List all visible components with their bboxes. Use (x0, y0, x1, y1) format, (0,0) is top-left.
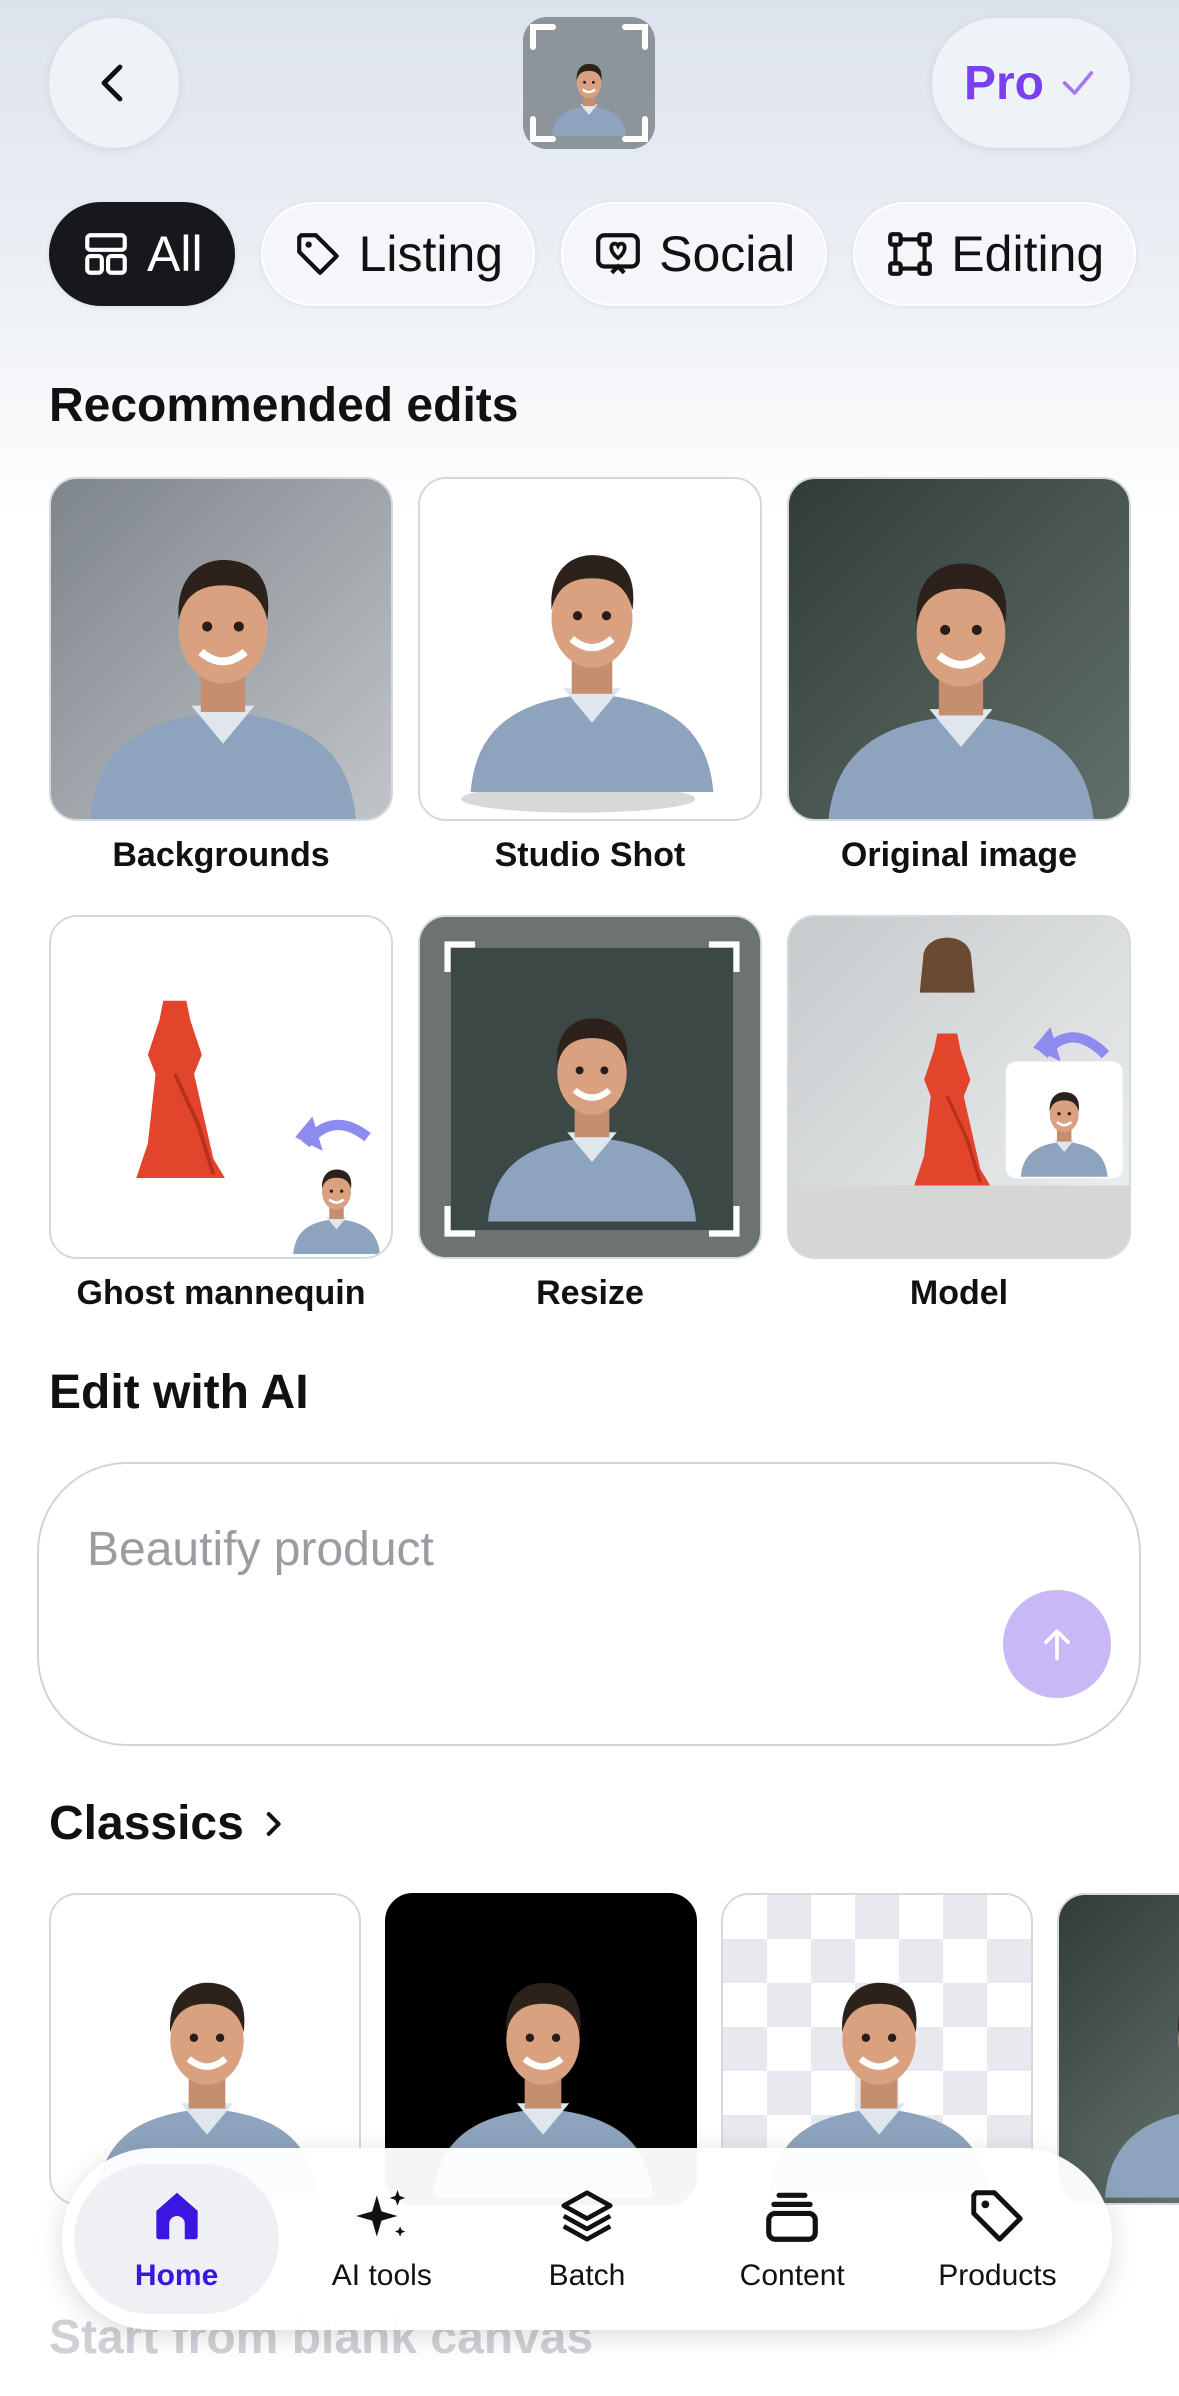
crop-icon (888, 232, 933, 276)
card-label-backgrounds: Backgrounds (112, 836, 330, 874)
section-title-recommended: Recommended edits (49, 379, 519, 432)
card-label-studio-shot: Studio Shot (494, 836, 686, 874)
chip-listing[interactable]: Listing (260, 202, 536, 306)
nav-content[interactable]: Content (690, 2164, 895, 2314)
classics-header[interactable]: Classics (49, 1796, 290, 1851)
section-title-edit-ai: Edit with AI (49, 1366, 309, 1419)
filter-chips: All Listing Social Editing (49, 202, 1137, 308)
pro-button[interactable]: Pro (932, 18, 1130, 148)
chip-label: Social (659, 226, 796, 282)
chip-label: All (147, 226, 203, 282)
classics-card-original[interactable] (1057, 1893, 1179, 2205)
arrow-up-icon (1044, 1629, 1070, 1661)
card-ghost-mannequin[interactable] (49, 915, 393, 1259)
nav-label: Products (938, 2259, 1057, 2292)
nav-batch[interactable]: Batch (484, 2164, 689, 2314)
nav-label: AI tools (331, 2259, 432, 2292)
chip-label: Listing (358, 226, 504, 282)
nav-products[interactable]: Products (895, 2164, 1100, 2314)
card-label-resize: Resize (536, 1274, 644, 1312)
chevron-left-icon (101, 64, 123, 102)
pro-label: Pro (963, 56, 1044, 110)
tag-icon (971, 2190, 1024, 2242)
tag-icon (296, 233, 339, 275)
heart-icon (596, 233, 640, 275)
layers-icon (561, 2190, 613, 2242)
ai-prompt-input[interactable]: Beautify product (37, 1462, 1141, 1746)
card-label-original-image: Original image (840, 836, 1078, 874)
chevron-right-icon (266, 1811, 281, 1836)
nav-ai-tools[interactable]: AI tools (279, 2164, 484, 2314)
nav-label: Home (134, 2259, 219, 2292)
back-button[interactable] (49, 18, 179, 148)
card-original-image[interactable] (787, 477, 1131, 821)
bottom-nav: Home AI tools Batch Content Products (62, 2148, 1112, 2330)
chip-all[interactable]: All (49, 202, 235, 306)
grid-icon (85, 233, 127, 275)
ai-prompt-placeholder: Beautify product (87, 1523, 434, 1576)
card-studio-shot[interactable] (418, 477, 762, 821)
send-button[interactable] (1003, 1590, 1111, 1698)
card-label-model: Model (909, 1274, 1009, 1312)
current-image-thumbnail[interactable] (523, 17, 655, 149)
nav-home[interactable]: Home (74, 2164, 280, 2314)
chip-social[interactable]: Social (561, 202, 828, 306)
card-label-ghost-mannequin: Ghost mannequin (76, 1274, 366, 1312)
nav-label: Content (739, 2259, 845, 2292)
card-backgrounds[interactable] (49, 477, 393, 821)
card-model[interactable] (787, 915, 1131, 1259)
chip-editing[interactable]: Editing (853, 202, 1137, 306)
nav-label: Batch (548, 2259, 626, 2292)
check-icon (1062, 71, 1094, 95)
top-bar: Pro (0, 0, 1179, 180)
card-resize[interactable] (418, 915, 762, 1259)
stack-icon (766, 2192, 819, 2242)
home-icon (155, 2192, 198, 2240)
section-title-classics: Classics (49, 1797, 244, 1850)
sparkle-icon (355, 2190, 406, 2237)
chip-label: Editing (951, 226, 1105, 282)
